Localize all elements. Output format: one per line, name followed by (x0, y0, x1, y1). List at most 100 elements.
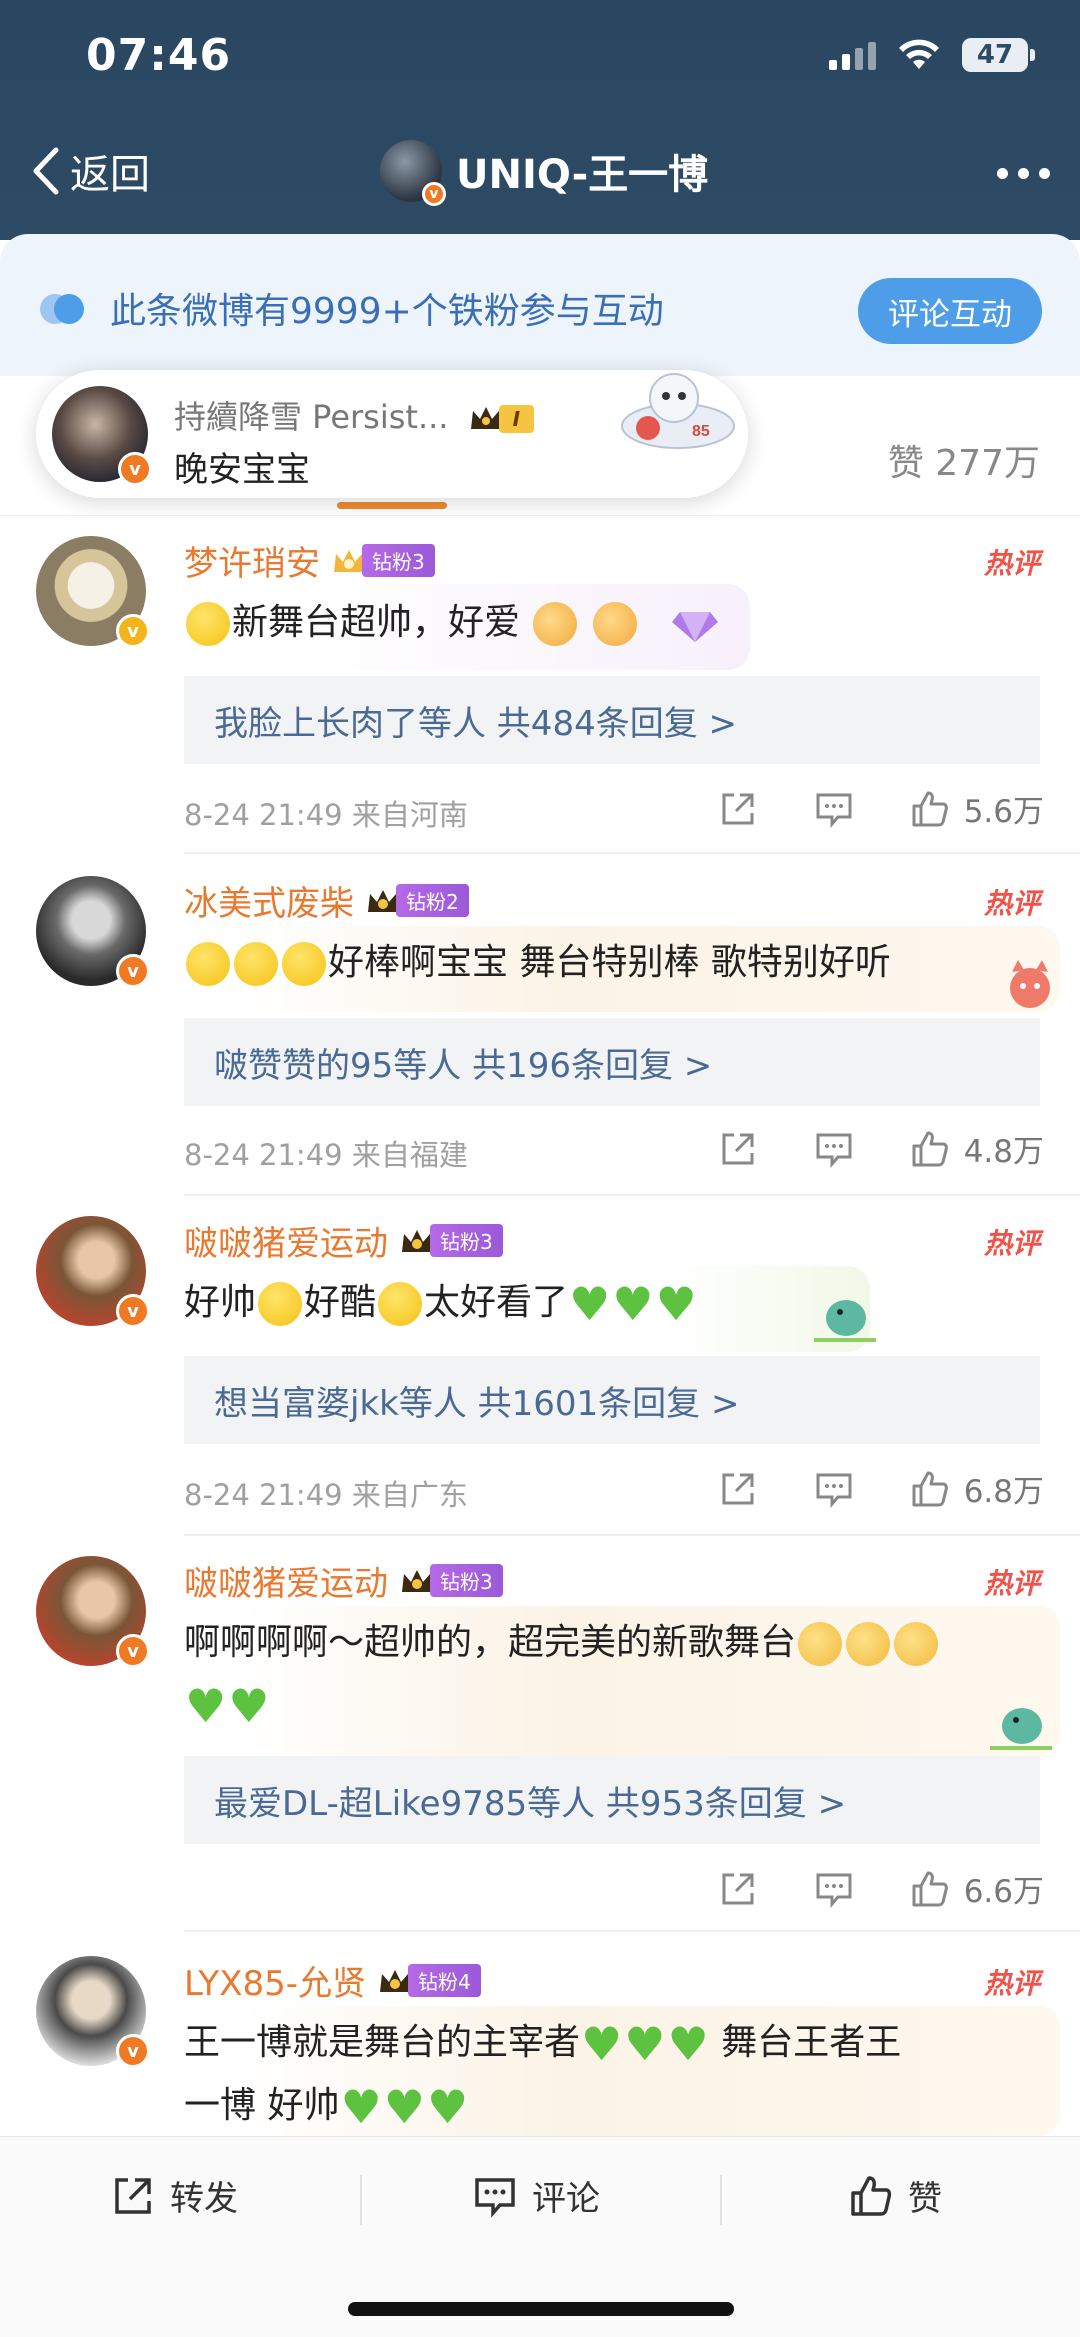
share-icon[interactable] (718, 1869, 758, 1909)
avatar: v (380, 140, 446, 206)
comment-text-content: 王一博就是舞台的主宰者 (184, 2022, 581, 2063)
back-label: 返回 (70, 152, 150, 198)
reply-icon[interactable] (814, 1469, 854, 1509)
comment-text-content: 太好看了 (424, 1282, 569, 1323)
share-icon[interactable] (718, 789, 758, 829)
comment-actions: 6.8万 (662, 1466, 1044, 1511)
comment-icon (475, 2177, 515, 2218)
popup-message: 晚安宝宝 (174, 450, 310, 490)
cat-sticker-icon (1010, 960, 1050, 1008)
comment-username[interactable]: 冰美式废柴 (184, 876, 354, 925)
comment-username[interactable]: 啵啵猪爱运动 (184, 1216, 388, 1265)
verified-icon: v (422, 182, 446, 206)
dinosaur-sticker-icon (814, 1300, 876, 1342)
plane-sticker-icon: 85 (621, 373, 735, 449)
fan-message-popup[interactable]: v 持續降雪 Persist... I 晚安宝宝 85 (36, 370, 748, 498)
green-heart-icon: ♥ (228, 1679, 270, 1733)
like-icon[interactable] (910, 789, 950, 829)
hot-comment-badge: 热评 (983, 1967, 1040, 2000)
flower-emoji-icon (894, 1622, 939, 1666)
like-button[interactable]: 赞 (848, 2171, 942, 2220)
divider (184, 1930, 1080, 1932)
reply-summary[interactable]: 最爱DL-超Like9785等人 共953条回复 > (184, 1756, 1040, 1844)
green-heart-icon: ♥ (667, 2017, 709, 2071)
comment-actions: 6.6万 (662, 1866, 1044, 1911)
avatar[interactable]: v (36, 1216, 150, 1328)
fan-badge: 钻粉3 (400, 1564, 503, 1597)
fan-badge: 钻粉3 (400, 1224, 503, 1257)
comment-meta: 8-24 21:49 来自广东 (184, 1478, 468, 1512)
share-icon (115, 2177, 151, 2214)
like-count: 6.6万 (963, 1874, 1044, 1910)
status-time: 07:46 (86, 30, 232, 81)
reply-icon[interactable] (814, 789, 854, 829)
likes-total[interactable]: 赞 277万 (888, 434, 1040, 486)
comment-label: 评论 (532, 2179, 600, 2219)
crown-icon (402, 1569, 432, 1592)
emoji-icon (234, 942, 278, 986)
share-icon[interactable] (718, 1469, 758, 1509)
page-title: UNIQ-王一博 (456, 152, 709, 198)
hot-comment-badge: 热评 (983, 547, 1040, 580)
comment-username[interactable]: LYX85-允贤 (184, 1956, 366, 2005)
avatar[interactable]: v (36, 876, 150, 988)
comment-button[interactable]: 评论 (472, 2171, 600, 2220)
comment-header: 啵啵猪爱运动 钻粉3 (184, 1216, 503, 1265)
emoji-icon (186, 942, 230, 986)
more-options-icon[interactable] (997, 168, 1050, 179)
divider (360, 2175, 362, 2225)
shocked-emoji-icon (258, 1282, 303, 1326)
reply-summary[interactable]: 我脸上长肉了等人 共484条回复 > (184, 676, 1040, 764)
like-icon[interactable] (910, 1469, 950, 1509)
reply-icon[interactable] (814, 1129, 854, 1169)
reply-summary[interactable]: 想当富婆jkk等人 共1601条回复 > (184, 1356, 1040, 1444)
dinosaur-sticker-icon (990, 1708, 1052, 1750)
divider (184, 1194, 1080, 1196)
hot-comment-badge: 热评 (983, 887, 1040, 920)
fan-level: I (498, 405, 535, 433)
divider (184, 1534, 1080, 1536)
back-button[interactable]: 返回 (28, 142, 150, 200)
avatar[interactable]: v (36, 536, 150, 648)
verified-icon: v (116, 1294, 150, 1328)
comment-header: LYX85-允贤 钻粉4 (184, 1956, 481, 2005)
like-icon[interactable] (910, 1869, 950, 1909)
fan-badge-label: 钻粉2 (396, 884, 469, 917)
shocked-emoji-icon (378, 1282, 423, 1326)
fan-interaction-banner: 此条微博有9999+个铁粉参与互动 评论互动 (0, 234, 1080, 376)
fan-badge: 钻粉4 (378, 1964, 481, 1997)
repost-button[interactable]: 转发 (110, 2171, 238, 2220)
reply-icon[interactable] (814, 1869, 854, 1909)
green-heart-icon: ♥ (569, 1277, 611, 1331)
comment-meta: 8-24 21:49 来自福建 (184, 1138, 468, 1172)
like-label: 赞 (908, 2179, 942, 2219)
like-icon[interactable] (910, 1129, 950, 1169)
emoji-icon (186, 602, 230, 646)
comment-username[interactable]: 梦许琑安 (184, 536, 320, 585)
avatar[interactable]: v (36, 1556, 150, 1668)
comment-interact-button[interactable]: 评论互动 (858, 278, 1042, 344)
comment-username[interactable]: 啵啵猪爱运动 (184, 1556, 388, 1605)
fan-badge-label: 钻粉3 (430, 1564, 503, 1597)
crown-icon (368, 889, 398, 912)
chevron-left-icon (33, 147, 59, 195)
like-icon (851, 2175, 892, 2216)
share-icon[interactable] (718, 1129, 758, 1169)
flower-emoji-icon (846, 1622, 891, 1666)
comment-meta: 8-24 21:49 来自河南 (184, 798, 468, 832)
fan-banner-text: 此条微博有9999+个铁粉参与互动 (110, 291, 664, 332)
verified-icon: v (116, 954, 150, 988)
comment-actions: 5.6万 (662, 786, 1044, 831)
fan-badge-label: 钻粉3 (430, 1224, 503, 1257)
avatar[interactable]: v (36, 1956, 150, 2068)
comment-header: 啵啵猪爱运动 钻粉3 (184, 1556, 503, 1605)
like-count: 6.8万 (963, 1474, 1044, 1510)
nav-title[interactable]: v UNIQ-王一博 (380, 140, 709, 206)
avatar: v (52, 386, 152, 486)
crown-icon (402, 1229, 432, 1252)
reply-summary[interactable]: 啵赞赞的95等人 共196条回复 > (184, 1018, 1040, 1106)
comment-text: 好帅 好酷 太好看了♥♥♥ (184, 1272, 698, 1335)
comment-actions: 4.8万 (662, 1126, 1044, 1171)
diamond-icon (672, 612, 719, 642)
green-heart-icon: ♥ (426, 2080, 469, 2134)
